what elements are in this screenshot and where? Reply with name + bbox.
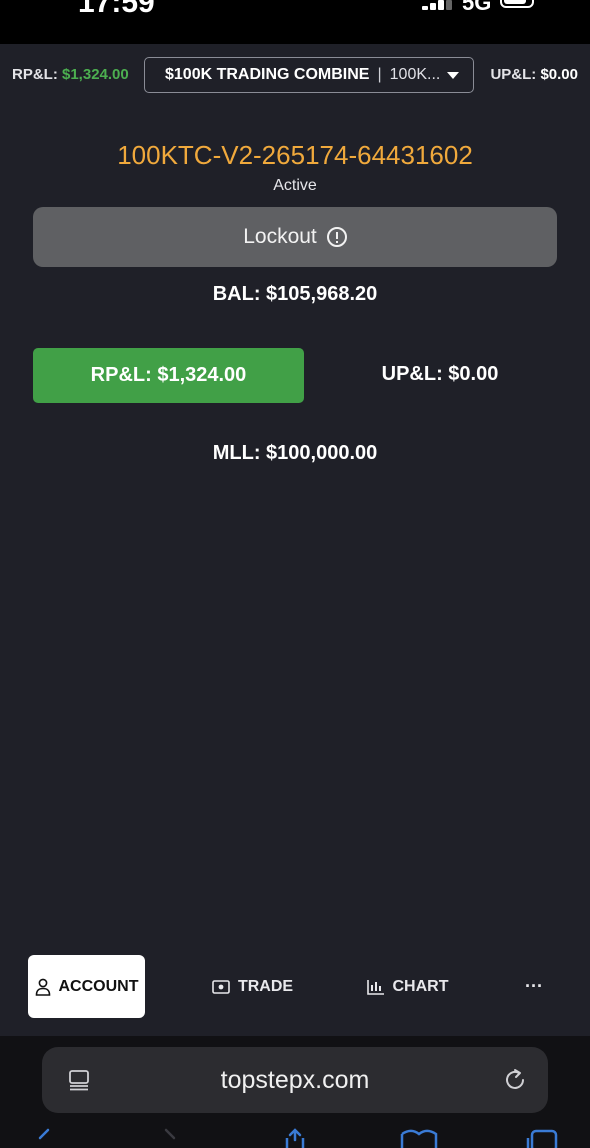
- status-time: 17:59: [78, 0, 155, 19]
- back-icon[interactable]: [34, 1128, 54, 1148]
- url-text: topstepx.com: [220, 1066, 370, 1094]
- battery-icon: [500, 0, 534, 8]
- mll-value: MLL: $100,000.00: [212, 442, 378, 464]
- account-select[interactable]: $100K TRADING COMBINE | 100K...: [144, 57, 474, 93]
- balance: BAL: $105,968.20: [212, 283, 378, 305]
- nav-chart[interactable]: CHART: [355, 955, 460, 1018]
- upl-value: UP&L: $0.00: [381, 363, 499, 385]
- bottom-nav: ACCOUNT TRADE CHART ···: [0, 950, 590, 1030]
- forward-icon[interactable]: [160, 1128, 180, 1148]
- account-select-name: $100K TRADING COMBINE: [165, 66, 370, 83]
- chart-icon: [366, 979, 384, 995]
- nav-account[interactable]: ACCOUNT: [28, 955, 145, 1018]
- lockout-label: Lockout: [243, 225, 317, 248]
- header-upl: UP&L: $0.00: [490, 66, 578, 83]
- lockout-button[interactable]: Lockout: [33, 207, 557, 267]
- account-select-short: 100K...: [389, 66, 439, 83]
- nav-trade[interactable]: TRADE: [200, 955, 305, 1018]
- bookmarks-icon[interactable]: [400, 1128, 438, 1148]
- nav-more-label: ···: [525, 976, 543, 996]
- network-label: 5G: [462, 0, 492, 15]
- person-icon: [35, 978, 50, 996]
- status-bar: 17:59 5G: [0, 0, 590, 44]
- cash-icon: [212, 979, 230, 994]
- header-rpl: RP&L: $1,324.00: [12, 66, 129, 83]
- account-id: 100KTC-V2-265174-64431602: [117, 140, 473, 170]
- header-rpl-label: RP&L:: [12, 66, 58, 83]
- nav-trade-label: TRADE: [237, 977, 294, 995]
- header-upl-value: $0.00: [540, 66, 578, 83]
- browser-bar: topstepx.com: [0, 1036, 590, 1148]
- account-status: Active: [273, 177, 317, 194]
- address-bar[interactable]: topstepx.com: [42, 1047, 548, 1113]
- share-icon[interactable]: [282, 1128, 308, 1148]
- rpl-label: RP&L: $1,324.00: [90, 364, 247, 386]
- top-bar: RP&L: $1,324.00 $100K TRADING COMBINE | …: [0, 44, 590, 106]
- header-rpl-value: $1,324.00: [62, 66, 129, 83]
- reload-icon[interactable]: [502, 1067, 528, 1093]
- account-select-separator: |: [377, 66, 382, 83]
- chevron-down-icon: [447, 71, 459, 79]
- rpl-button[interactable]: RP&L: $1,324.00: [33, 348, 304, 403]
- tabs-icon[interactable]: [526, 1128, 560, 1148]
- header-upl-label: UP&L:: [490, 66, 537, 83]
- alert-circle-icon: [326, 227, 347, 247]
- signal-icon: [422, 0, 454, 10]
- more-icon[interactable]: ···: [510, 955, 558, 1018]
- nav-chart-label: CHART: [392, 977, 449, 995]
- nav-account-label: ACCOUNT: [58, 977, 139, 995]
